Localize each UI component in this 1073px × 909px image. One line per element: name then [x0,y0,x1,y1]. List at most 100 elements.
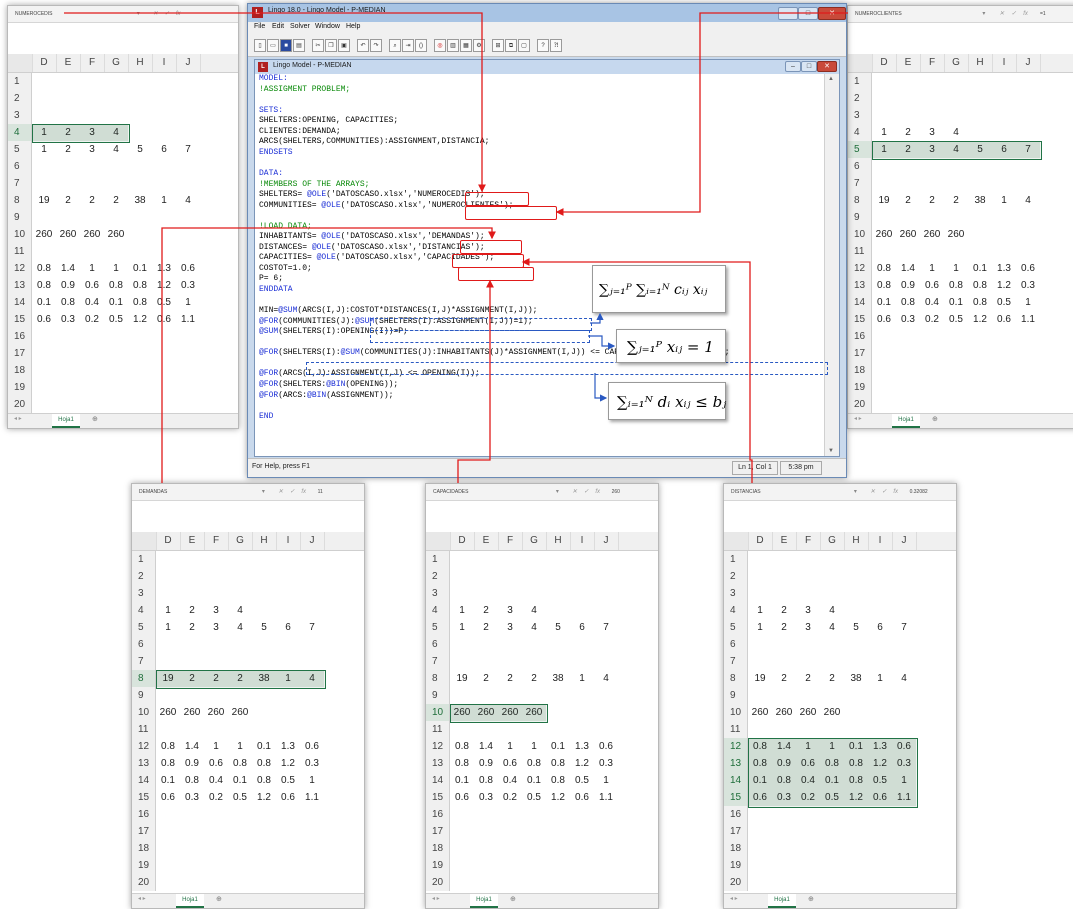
cell-f15[interactable]: 0.2 [80,311,104,328]
row-number[interactable]: 10 [132,704,156,721]
row-number[interactable]: 7 [132,653,156,670]
cell-g12[interactable]: 1 [104,260,128,277]
matrix-icon[interactable]: ▦ [460,39,472,52]
cell-f4[interactable]: 3 [80,124,104,141]
cell-e14[interactable]: 0.8 [56,294,80,311]
code-line[interactable]: !MEMBERS OF THE ARRAYS; [259,180,369,190]
cell-f13[interactable]: 0.6 [920,277,944,294]
column-header-e[interactable]: E [474,532,499,550]
column-header-f[interactable]: F [920,54,945,72]
row-number[interactable]: 9 [132,687,156,704]
row-number[interactable]: 15 [8,311,32,328]
row-number[interactable]: 12 [724,738,748,755]
cell-g13[interactable]: 0.8 [820,755,844,772]
row-number[interactable]: 8 [8,192,32,209]
column-header-j[interactable]: J [300,532,325,550]
column-header-g[interactable]: G [228,532,253,550]
cell-d8[interactable]: 19 [32,192,56,209]
cell-d10[interactable]: 260 [450,704,474,721]
cell-d5[interactable]: 1 [748,619,772,636]
cell-j13[interactable]: 0.3 [300,755,324,772]
fx-icon[interactable]: fx [1023,9,1028,19]
fx-icon[interactable]: fx [893,487,898,497]
sheet-nav-icon[interactable]: ◂ ▸ [854,415,862,422]
scroll-down-icon[interactable]: ▼ [828,448,834,454]
cell-i14[interactable]: 0.5 [152,294,176,311]
cell-d14[interactable]: 0.1 [156,772,180,789]
column-header-d[interactable]: D [872,54,897,72]
select-all-corner[interactable] [8,54,33,72]
cell-d14[interactable]: 0.1 [872,294,896,311]
menu-help[interactable]: Help [346,23,360,30]
code-line[interactable]: DISTANCES= @OLE('DATOSCASO.xlsx','DISTAN… [259,243,485,253]
add-sheet-icon[interactable]: ⊕ [92,415,98,423]
code-line[interactable]: ENDSETS [259,148,293,158]
row-number[interactable]: 12 [848,260,872,277]
cell-e5[interactable]: 2 [180,619,204,636]
help-icon[interactable]: ? [537,39,549,52]
cell-g4[interactable]: 4 [944,124,968,141]
cell-d4[interactable]: 1 [748,602,772,619]
column-header-g[interactable]: G [820,532,845,550]
cell-f13[interactable]: 0.6 [204,755,228,772]
cell-e8[interactable]: 2 [772,670,796,687]
cell-g14[interactable]: 0.1 [944,294,968,311]
add-sheet-icon[interactable]: ⊕ [510,895,516,903]
cell-i5[interactable]: 6 [868,619,892,636]
cell-d15[interactable]: 0.6 [450,789,474,806]
cell-f5[interactable]: 3 [80,141,104,158]
cell-d8[interactable]: 19 [156,670,180,687]
cell-d12[interactable]: 0.8 [748,738,772,755]
cell-h13[interactable]: 0.8 [844,755,868,772]
cell-e14[interactable]: 0.8 [896,294,920,311]
document-titlebar[interactable]: L Lingo Model - P-MEDIAN – □ ✕ [255,60,839,74]
row-number[interactable]: 16 [848,328,872,345]
copy-icon[interactable]: ❐ [325,39,337,52]
cell-i15[interactable]: 0.6 [570,789,594,806]
cell-d4[interactable]: 1 [872,124,896,141]
cell-e12[interactable]: 1.4 [474,738,498,755]
paste-icon[interactable]: ▣ [338,39,350,52]
fx-icon[interactable]: fx [301,487,306,497]
context-help-icon[interactable]: ⁈ [550,39,562,52]
cell-i14[interactable]: 0.5 [868,772,892,789]
code-line[interactable]: @FOR(COMMUNITIES(J):@SUM(SHELTERS(I):ASS… [259,317,533,327]
save-icon[interactable]: ■ [280,39,292,52]
cell-g8[interactable]: 2 [522,670,546,687]
doc-minimize-button[interactable]: – [785,61,801,72]
column-header-g[interactable]: G [104,54,129,72]
find-icon[interactable]: ⌕ [389,39,401,52]
open-folder-icon[interactable]: ▭ [267,39,279,52]
column-header-j[interactable]: J [892,532,917,550]
row-number[interactable]: 16 [132,806,156,823]
cell-f5[interactable]: 3 [204,619,228,636]
name-box[interactable]: DEMANDAS [136,487,189,497]
enter-icon[interactable]: ✓ [164,9,169,19]
cell-h12[interactable]: 0.1 [968,260,992,277]
cell-h15[interactable]: 1.2 [128,311,152,328]
code-line[interactable]: P= 6; [259,274,283,284]
cell-e15[interactable]: 0.3 [896,311,920,328]
column-header-f[interactable]: F [80,54,105,72]
cell-h8[interactable]: 38 [546,670,570,687]
name-box-dropdown-icon[interactable]: ▾ [262,487,265,497]
row-number[interactable]: 12 [132,738,156,755]
cell-i12[interactable]: 1.3 [152,260,176,277]
cell-f14[interactable]: 0.4 [204,772,228,789]
cell-e5[interactable]: 2 [474,619,498,636]
code-line[interactable]: ARCS(SHELTERS,COMMUNITIES):ASSIGNMENT,DI… [259,137,489,147]
column-header-g[interactable]: G [522,532,547,550]
row-number[interactable]: 6 [724,636,748,653]
column-header-e[interactable]: E [772,532,797,550]
cell-e4[interactable]: 2 [180,602,204,619]
cell-h5[interactable]: 5 [546,619,570,636]
code-line[interactable]: COMMUNITIES= @OLE('DATOSCASO.xlsx','NUME… [259,201,513,211]
row-number[interactable]: 13 [724,755,748,772]
cell-f13[interactable]: 0.6 [498,755,522,772]
row-number[interactable]: 13 [848,277,872,294]
row-number[interactable]: 15 [426,789,450,806]
cell-f8[interactable]: 2 [80,192,104,209]
row-number[interactable]: 16 [724,806,748,823]
column-header-h[interactable]: H [128,54,153,72]
cell-d13[interactable]: 0.8 [872,277,896,294]
